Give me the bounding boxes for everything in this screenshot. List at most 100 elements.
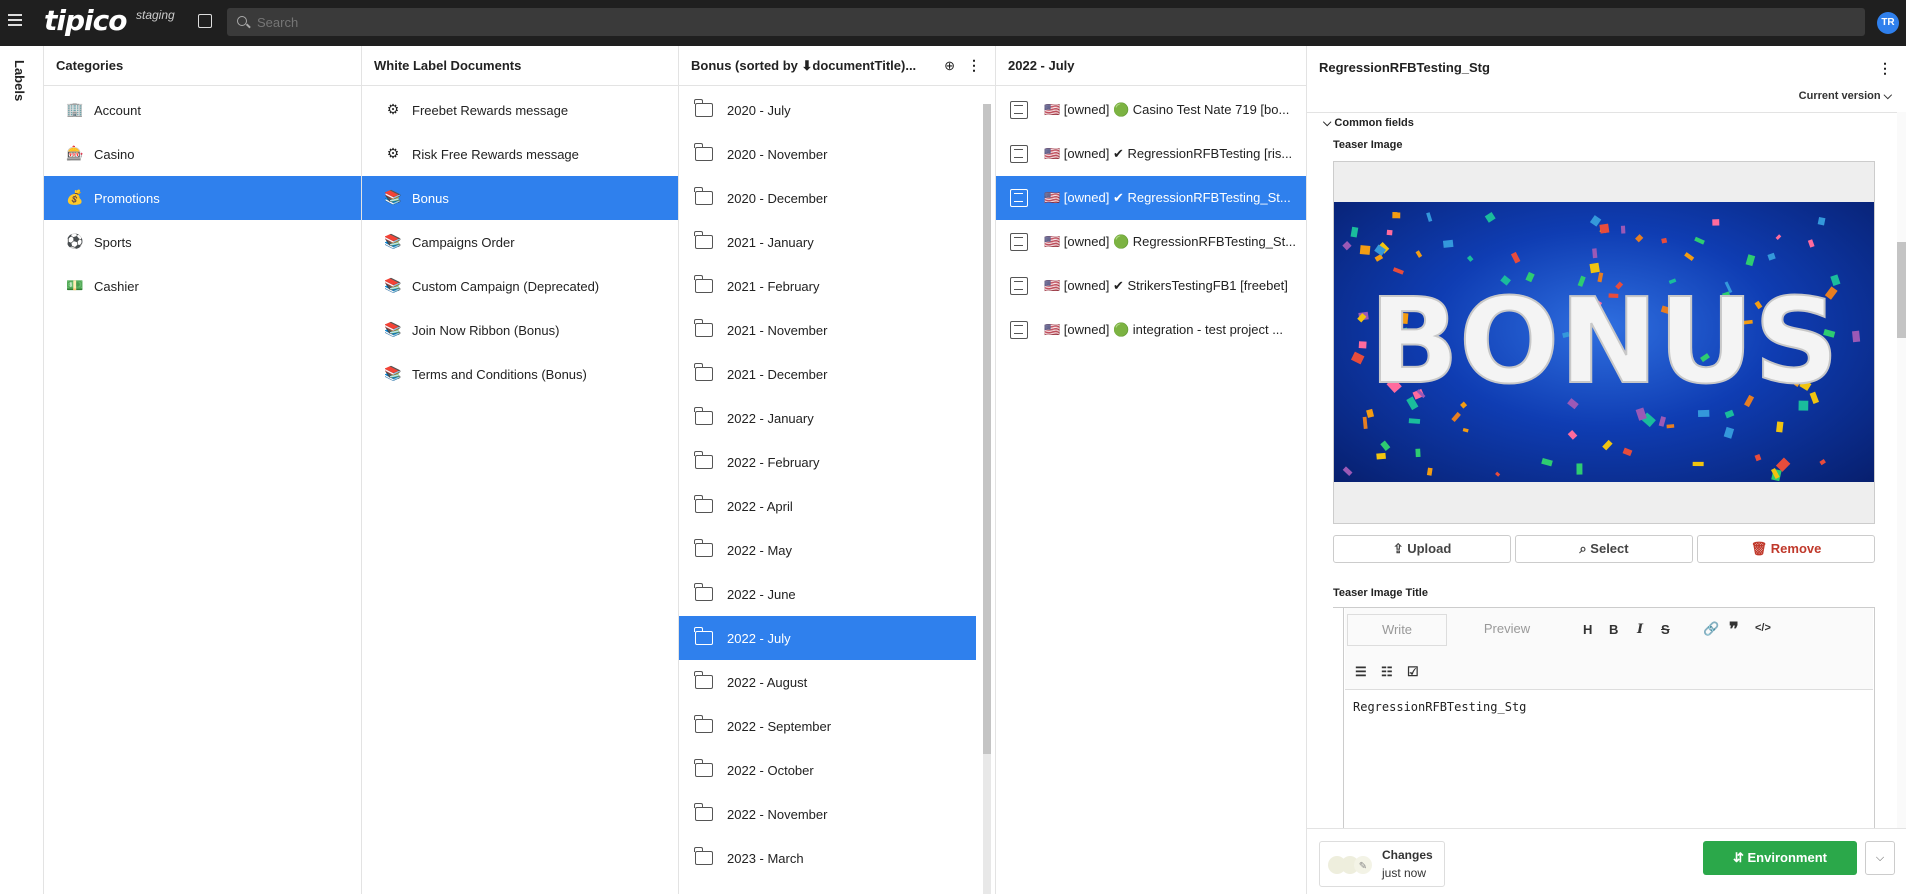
category-casino[interactable]: 🎰 Casino bbox=[44, 132, 361, 176]
tab-write[interactable]: Write bbox=[1347, 614, 1447, 646]
gear-icon: ⚙ bbox=[386, 145, 400, 161]
folder-scrollbar[interactable] bbox=[983, 104, 991, 894]
confetti-piece bbox=[1408, 418, 1421, 424]
folder-item[interactable]: 2021 - December bbox=[679, 352, 976, 396]
folder-item[interactable]: 2020 - December bbox=[679, 176, 976, 220]
folder-item[interactable]: 2022 - October bbox=[679, 748, 976, 792]
scrollbar-thumb[interactable] bbox=[1897, 242, 1906, 338]
folder-item[interactable]: 2022 - November bbox=[679, 792, 976, 836]
labels-sidebar[interactable]: Labels bbox=[0, 46, 44, 894]
folder-label: 2023 - March bbox=[727, 850, 804, 866]
confetti-piece bbox=[1592, 248, 1598, 259]
category-sports[interactable]: ⚽ Sports bbox=[44, 220, 361, 264]
document-icon bbox=[1010, 321, 1028, 339]
bonus-image: BONUS bbox=[1334, 202, 1874, 482]
confetti-piece bbox=[1358, 341, 1367, 349]
document-item[interactable]: 🇺🇸 [owned] 🟢 Casino Test Nate 719 [bo... bbox=[996, 88, 1306, 132]
link-icon[interactable]: 🔗 bbox=[1703, 621, 1719, 637]
document-editor: RegressionRFBTesting_Stg ⋮ Current versi… bbox=[1307, 46, 1906, 894]
doc-label: Freebet Rewards message bbox=[412, 102, 569, 118]
folder-item[interactable]: 2022 - September bbox=[679, 704, 976, 748]
teaser-title-textarea[interactable]: RegressionRFBTesting_Stg bbox=[1353, 700, 1526, 714]
folder-icon bbox=[694, 627, 713, 645]
category-cashier[interactable]: 💵 Cashier bbox=[44, 264, 361, 308]
task-list-icon[interactable]: ☑ bbox=[1407, 664, 1419, 680]
folder-item[interactable]: 2021 - January bbox=[679, 220, 976, 264]
document-item[interactable]: 🇺🇸 [owned] ✔ RegressionRFBTesting_St... bbox=[996, 176, 1306, 220]
confetti-piece bbox=[1510, 251, 1521, 264]
upload-button[interactable]: ⇪ Upload bbox=[1333, 535, 1511, 563]
heading-icon[interactable]: H bbox=[1583, 622, 1592, 637]
quote-icon[interactable]: ❞ bbox=[1729, 619, 1739, 640]
doc-label: Risk Free Rewards message bbox=[412, 146, 579, 162]
more-vert-icon[interactable]: ⋮ bbox=[967, 57, 981, 74]
folder-item[interactable]: 2022 - January bbox=[679, 396, 976, 440]
category-label: Cashier bbox=[94, 278, 139, 294]
folder-item[interactable]: 2022 - August bbox=[679, 660, 976, 704]
folder-item[interactable]: 2021 - February bbox=[679, 264, 976, 308]
numbered-list-icon[interactable]: ☷ bbox=[1381, 664, 1393, 680]
confetti-piece bbox=[1350, 351, 1365, 365]
doc-custom-campaign[interactable]: 📚 Custom Campaign (Deprecated) bbox=[362, 264, 678, 308]
common-fields-toggle[interactable]: ⌵ Common fields bbox=[1323, 117, 1414, 130]
bullet-list-icon[interactable]: ☰ bbox=[1355, 664, 1367, 680]
folder-icon bbox=[694, 187, 713, 205]
edit-icon[interactable] bbox=[198, 14, 212, 28]
folder-item[interactable]: 2022 - April bbox=[679, 484, 976, 528]
document-item[interactable]: 🇺🇸 [owned] 🟢 integration - test project … bbox=[996, 308, 1306, 352]
version-select[interactable]: Current version ⌵ bbox=[1799, 90, 1892, 103]
chevron-down-icon[interactable]: ⌵ bbox=[1865, 841, 1895, 875]
labels-tab[interactable]: Labels bbox=[12, 60, 27, 101]
logo[interactable]: tipico bbox=[44, 4, 127, 37]
folder-icon bbox=[694, 363, 713, 381]
doc-terms-conditions[interactable]: 📚 Terms and Conditions (Bonus) bbox=[362, 352, 678, 396]
folder-item[interactable]: 2022 - February bbox=[679, 440, 976, 484]
remove-button[interactable]: 🗑 Remove bbox=[1697, 535, 1875, 563]
folder-item[interactable]: 2021 - November bbox=[679, 308, 976, 352]
category-label: Sports bbox=[94, 234, 132, 250]
folder-label: 2022 - July bbox=[727, 630, 791, 646]
italic-icon[interactable]: I bbox=[1637, 622, 1643, 637]
confetti-piece bbox=[1807, 239, 1815, 248]
folder-item[interactable]: 2022 - July bbox=[679, 616, 976, 660]
category-account[interactable]: 🏢 Account bbox=[44, 88, 361, 132]
category-promotions[interactable]: 💰 Promotions bbox=[44, 176, 361, 220]
tab-preview[interactable]: Preview bbox=[1457, 614, 1557, 646]
code-icon[interactable]: </> bbox=[1755, 622, 1771, 634]
doc-join-now-ribbon[interactable]: 📚 Join Now Ribbon (Bonus) bbox=[362, 308, 678, 352]
doc-freebet-rewards[interactable]: ⚙ Freebet Rewards message bbox=[362, 88, 678, 132]
category-label: Account bbox=[94, 102, 141, 118]
doc-campaigns-order[interactable]: 📚 Campaigns Order bbox=[362, 220, 678, 264]
document-item[interactable]: 🇺🇸 [owned] ✔ StrikersTestingFB1 [freebet… bbox=[996, 264, 1306, 308]
search-bar[interactable] bbox=[227, 8, 1865, 36]
menu-icon[interactable] bbox=[8, 14, 22, 26]
confetti-piece bbox=[1362, 416, 1368, 429]
folder-label: 2020 - December bbox=[727, 190, 828, 206]
confetti-piece bbox=[1724, 409, 1735, 419]
strikethrough-icon[interactable]: S bbox=[1661, 622, 1670, 637]
document-icon bbox=[1010, 233, 1028, 251]
select-button[interactable]: ⌕ Select bbox=[1515, 535, 1693, 563]
search-input[interactable] bbox=[257, 8, 1837, 36]
document-item[interactable]: 🇺🇸 [owned] 🟢 RegressionRFBTesting_St... bbox=[996, 220, 1306, 264]
more-vert-icon[interactable]: ⋮ bbox=[1878, 60, 1892, 77]
changes-label: Changes bbox=[1382, 848, 1433, 862]
doc-bonus[interactable]: 📚 Bonus bbox=[362, 176, 678, 220]
avatar[interactable]: TR bbox=[1877, 12, 1899, 34]
folder-item[interactable]: 2023 - March bbox=[679, 836, 976, 880]
add-circle-icon[interactable]: ⊕ bbox=[944, 58, 955, 74]
scrollbar-thumb[interactable] bbox=[983, 104, 991, 754]
editor-scrollbar[interactable] bbox=[1897, 112, 1906, 828]
bold-icon[interactable]: B bbox=[1609, 622, 1618, 637]
folder-item[interactable]: 2020 - November bbox=[679, 132, 976, 176]
changes-indicator[interactable]: ✎ Changes just now bbox=[1319, 841, 1445, 887]
folder-item[interactable]: 2022 - May bbox=[679, 528, 976, 572]
doc-risk-free-rewards[interactable]: ⚙ Risk Free Rewards message bbox=[362, 132, 678, 176]
folder-item[interactable]: 2022 - June bbox=[679, 572, 976, 616]
environment-button[interactable]: ⇵ Environment bbox=[1703, 841, 1857, 875]
bonus-folders-title: Bonus (sorted by ⬇documentTitle)... ⊕ ⋮ bbox=[679, 46, 995, 86]
confetti-piece bbox=[1392, 212, 1401, 219]
document-item[interactable]: 🇺🇸 [owned] ✔ RegressionRFBTesting [ris..… bbox=[996, 132, 1306, 176]
folder-list: 2020 - July 2020 - November 2020 - Decembe… bbox=[679, 86, 976, 880]
folder-item[interactable]: 2020 - July bbox=[679, 88, 976, 132]
